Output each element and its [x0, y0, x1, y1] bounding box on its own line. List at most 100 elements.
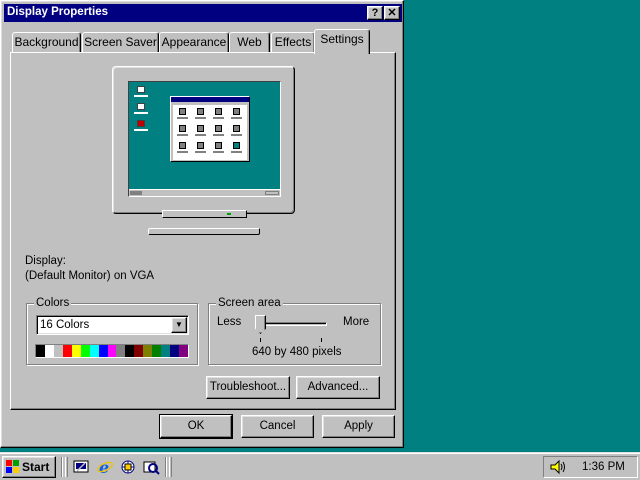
palette-swatch [161, 345, 171, 357]
slider-tick [260, 338, 261, 342]
windows-logo-icon [6, 460, 19, 473]
mini-window-titlebar [171, 97, 249, 102]
mini-icon-label [134, 129, 148, 131]
taskbar-separator [165, 457, 167, 477]
mini-label [177, 134, 188, 136]
internet-explorer-icon[interactable]: e [96, 458, 114, 476]
palette-swatch [44, 345, 54, 357]
colors-group: Colors 16 Colors ▼ [26, 297, 198, 365]
settings-panel: Display: (Default Monitor) on VGA Colors… [10, 52, 396, 410]
more-label: More [343, 316, 370, 328]
mini-start-button [130, 191, 142, 195]
mini-folder-icon [179, 125, 186, 132]
display-properties-window: Display Properties ? ✕ Background Screen… [0, 0, 404, 448]
mini-recycle-icon [137, 120, 145, 127]
slider-tick [321, 338, 322, 342]
svg-text:e: e [99, 458, 109, 476]
apply-button[interactable]: Apply [322, 415, 395, 438]
palette-swatch [62, 345, 72, 357]
screen-area-slider-thumb[interactable] [255, 315, 266, 334]
cancel-button[interactable]: Cancel [241, 415, 314, 438]
palette-swatch [107, 345, 117, 357]
palette-swatch [143, 345, 153, 357]
palette-swatch [125, 345, 135, 357]
palette-swatch [89, 345, 99, 357]
tab-effects[interactable]: Effects [271, 32, 315, 52]
mini-window [170, 96, 250, 162]
mini-folder-icon [233, 125, 240, 132]
display-label: Display: [25, 255, 66, 267]
mini-label [195, 134, 206, 136]
tab-settings[interactable]: Settings [314, 29, 370, 54]
palette-swatch [36, 345, 45, 357]
palette-swatch [80, 345, 90, 357]
chevron-down-icon[interactable]: ▼ [171, 317, 187, 333]
resolution-label: 640 by 480 pixels [252, 346, 342, 358]
mini-icon-label [134, 95, 148, 97]
power-led [227, 213, 231, 215]
screen-area-group: Screen area Less More 640 by 480 pixels [208, 297, 381, 365]
tab-screen-saver[interactable]: Screen Saver [82, 32, 159, 52]
palette-swatch [116, 345, 126, 357]
palette-swatch [170, 345, 179, 357]
tab-appearance[interactable]: Appearance [159, 32, 229, 52]
mini-label [177, 151, 188, 153]
mini-folder-icon [233, 142, 240, 149]
taskbar: Start e 1:36 PM [0, 452, 640, 480]
colors-legend: Colors [34, 297, 72, 309]
palette-swatch [71, 345, 81, 357]
toolbar-grip[interactable] [169, 457, 172, 477]
show-desktop-icon[interactable] [72, 458, 90, 476]
help-button[interactable]: ? [367, 6, 383, 20]
mini-label [213, 117, 224, 119]
mini-label [213, 134, 224, 136]
mini-folder-icon [233, 108, 240, 115]
mini-label [177, 117, 188, 119]
mini-folder-icon [179, 142, 186, 149]
close-button[interactable]: ✕ [384, 6, 400, 20]
toolbar-grip[interactable] [65, 457, 68, 477]
mini-label [213, 151, 224, 153]
tab-background[interactable]: Background [12, 32, 81, 52]
mini-taskbar [129, 189, 280, 196]
screen-area-legend: Screen area [216, 297, 283, 309]
monitor-screen [128, 81, 281, 197]
ok-button[interactable]: OK [159, 414, 233, 439]
window-title: Display Properties [7, 6, 108, 18]
palette-swatch [98, 345, 108, 357]
taskbar-clock[interactable]: 1:36 PM [582, 461, 625, 473]
title-bar[interactable]: Display Properties ? ✕ [4, 4, 402, 22]
channels-icon[interactable] [119, 458, 137, 476]
mini-icon-label [134, 112, 148, 114]
advanced-button[interactable]: Advanced... [296, 376, 380, 399]
palette-swatch [53, 345, 63, 357]
colors-selected-value: 16 Colors [40, 319, 90, 331]
mini-label [231, 134, 242, 136]
tab-web[interactable]: Web [229, 32, 270, 52]
speaker-icon[interactable] [549, 459, 567, 475]
mini-network-icon [137, 103, 145, 110]
outlook-express-icon[interactable] [142, 458, 160, 476]
mini-folder-icon [197, 142, 204, 149]
mini-label [195, 117, 206, 119]
monitor-preview [112, 66, 295, 214]
palette-swatch [152, 345, 162, 357]
less-label: Less [217, 316, 242, 328]
palette-swatch [134, 345, 144, 357]
troubleshoot-button[interactable]: Troubleshoot... [206, 376, 290, 399]
monitor-base [148, 228, 260, 235]
mini-folder-icon [215, 142, 222, 149]
start-label: Start [22, 460, 50, 474]
colors-dropdown[interactable]: 16 Colors ▼ [36, 315, 189, 335]
mini-folder-icon [215, 108, 222, 115]
mini-folder-icon [215, 125, 222, 132]
palette-swatch [179, 345, 188, 357]
mini-folder-icon [197, 108, 204, 115]
taskbar-separator [61, 457, 63, 477]
start-button[interactable]: Start [2, 456, 56, 478]
mini-tray [265, 191, 279, 195]
mini-my-computer-icon [137, 86, 145, 93]
color-palette-bar [35, 344, 189, 358]
screen-area-slider-track[interactable] [261, 322, 327, 326]
mini-label [195, 151, 206, 153]
